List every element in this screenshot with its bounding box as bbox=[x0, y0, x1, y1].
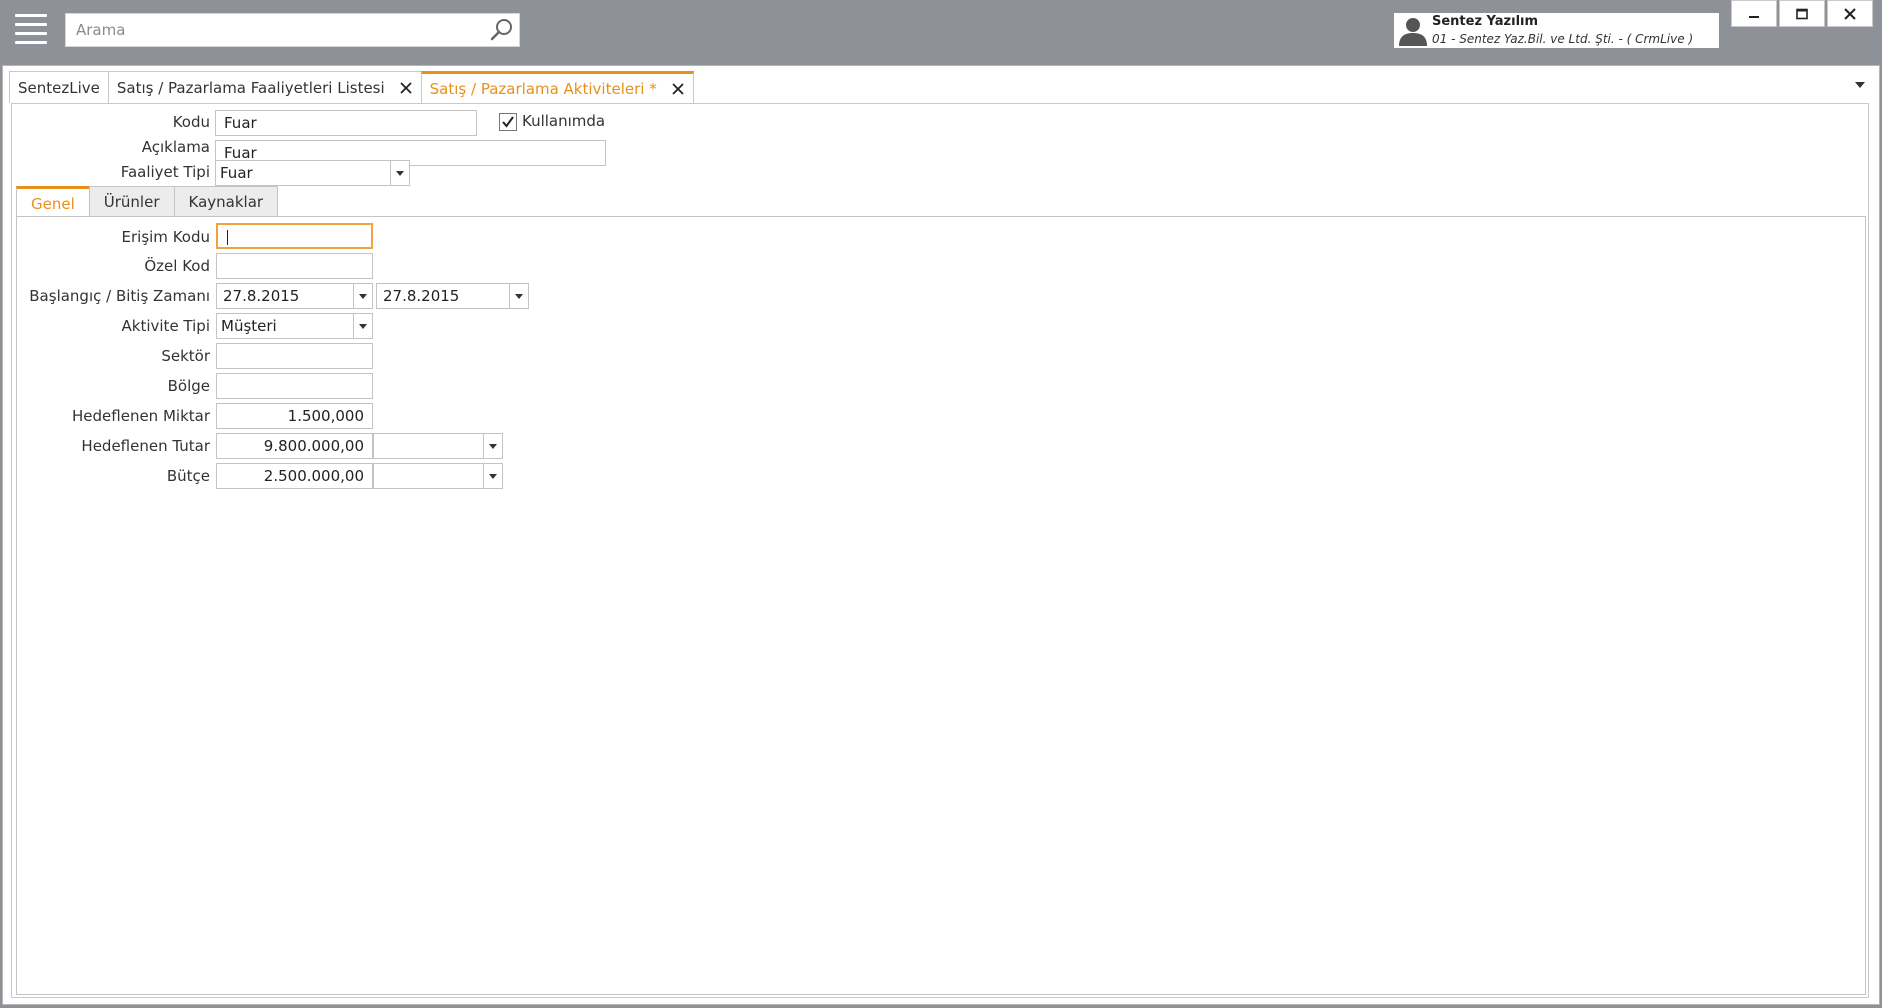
user-company: 01 - Sentez Yaz.Bil. ve Ltd. Şti. - ( Cr… bbox=[1432, 32, 1694, 46]
hedeflenen-miktar-field[interactable]: 1.500,000 bbox=[216, 403, 373, 429]
bolge-label: Bölge bbox=[167, 377, 210, 395]
maximize-icon bbox=[1796, 8, 1808, 19]
inner-tabs: Genel Ürünler Kaynaklar bbox=[16, 186, 279, 218]
minimize-icon bbox=[1749, 15, 1759, 18]
bitis-date-field[interactable]: 27.8.2015 bbox=[376, 283, 510, 309]
ozel-kod-label: Özel Kod bbox=[144, 257, 210, 275]
menu-icon[interactable] bbox=[15, 14, 47, 46]
butce-label: Bütçe bbox=[166, 467, 210, 485]
user-info[interactable]: Sentez Yazılım 01 - Sentez Yaz.Bil. ve L… bbox=[1394, 13, 1719, 48]
tab-genel[interactable]: Genel bbox=[16, 186, 90, 218]
sektor-label: Sektör bbox=[161, 347, 210, 365]
faaliyet-tipi-label: Faaliyet Tipi bbox=[120, 163, 210, 181]
butce-currency-select[interactable] bbox=[373, 463, 484, 489]
kullanimda-checkbox[interactable] bbox=[499, 113, 517, 131]
aktivite-tipi-dropdown[interactable] bbox=[353, 313, 373, 339]
form-content: Kodu Fuar Kullanımda Açıklama Fuar Faali… bbox=[11, 103, 1869, 998]
chevron-down-icon[interactable] bbox=[1855, 82, 1865, 88]
search-box bbox=[65, 13, 520, 47]
chevron-down-icon bbox=[359, 323, 367, 329]
close-tab-icon[interactable] bbox=[671, 82, 685, 96]
baslangic-bitis-label: Başlangıç / Bitiş Zamanı bbox=[29, 287, 210, 305]
search-input[interactable] bbox=[66, 14, 466, 46]
aciklama-label: Açıklama bbox=[141, 138, 210, 156]
maximize-button[interactable] bbox=[1779, 0, 1825, 27]
document-tabs: SentezLive Satış / Pazarlama Faaliyetler… bbox=[9, 71, 694, 103]
tab-aktiviteleri[interactable]: Satış / Pazarlama Aktiviteleri * bbox=[420, 71, 694, 103]
kullanimda-label: Kullanımda bbox=[522, 112, 606, 130]
faaliyet-tipi-dropdown[interactable] bbox=[390, 160, 410, 186]
chevron-down-icon bbox=[359, 293, 367, 299]
kodu-label: Kodu bbox=[172, 113, 210, 131]
minimize-button[interactable] bbox=[1731, 0, 1777, 27]
hedeflenen-tutar-currency-select[interactable] bbox=[373, 433, 484, 459]
top-bar: Sentez Yazılım 01 - Sentez Yaz.Bil. ve L… bbox=[0, 0, 1882, 62]
check-icon bbox=[502, 116, 514, 128]
close-icon bbox=[1844, 7, 1856, 20]
genel-panel: Erişim Kodu Özel Kod Başlangıç / Bitiş Z… bbox=[16, 216, 1866, 995]
user-avatar-icon bbox=[1399, 18, 1427, 46]
baslangic-date-field[interactable]: 27.8.2015 bbox=[216, 283, 354, 309]
chevron-down-icon bbox=[489, 443, 497, 449]
butce-field[interactable]: 2.500.000,00 bbox=[216, 463, 373, 489]
tab-label: Satış / Pazarlama Faaliyetleri Listesi bbox=[116, 78, 385, 97]
aktivite-tipi-select[interactable]: Müşteri bbox=[216, 313, 354, 339]
chevron-down-icon bbox=[515, 293, 523, 299]
bolge-field[interactable] bbox=[216, 373, 373, 399]
tab-urunler[interactable]: Ürünler bbox=[88, 186, 175, 217]
user-name: Sentez Yazılım bbox=[1432, 14, 1539, 29]
chevron-down-icon bbox=[396, 170, 404, 176]
hedeflenen-tutar-label: Hedeflenen Tutar bbox=[81, 437, 210, 455]
close-tab-icon[interactable] bbox=[399, 81, 413, 95]
search-icon[interactable] bbox=[489, 17, 515, 43]
tab-label: Satış / Pazarlama Aktiviteleri * bbox=[429, 79, 657, 98]
aktivite-tipi-label: Aktivite Tipi bbox=[121, 317, 210, 335]
chevron-down-icon bbox=[489, 473, 497, 479]
erisim-kodu-field[interactable] bbox=[216, 223, 373, 249]
ozel-kod-field[interactable] bbox=[216, 253, 373, 279]
tab-kaynaklar[interactable]: Kaynaklar bbox=[173, 186, 279, 217]
hedeflenen-miktar-label: Hedeflenen Miktar bbox=[72, 407, 210, 425]
sektor-field[interactable] bbox=[216, 343, 373, 369]
erisim-kodu-label: Erişim Kodu bbox=[121, 228, 210, 246]
text-cursor bbox=[227, 230, 228, 245]
kodu-field[interactable]: Fuar bbox=[215, 110, 477, 136]
baslangic-date-dropdown[interactable] bbox=[353, 283, 373, 309]
tab-sentezlive[interactable]: SentezLive bbox=[9, 71, 109, 103]
close-button[interactable] bbox=[1827, 0, 1873, 27]
butce-currency-dropdown[interactable] bbox=[483, 463, 503, 489]
hedeflenen-tutar-field[interactable]: 9.800.000,00 bbox=[216, 433, 373, 459]
bitis-date-dropdown[interactable] bbox=[509, 283, 529, 309]
faaliyet-tipi-select[interactable]: Fuar bbox=[215, 160, 391, 186]
tab-faaliyetleri-listesi[interactable]: Satış / Pazarlama Faaliyetleri Listesi bbox=[107, 71, 422, 103]
tab-label: SentezLive bbox=[18, 78, 100, 97]
main-window: SentezLive Satış / Pazarlama Faaliyetler… bbox=[2, 65, 1880, 1005]
hedeflenen-tutar-currency-dropdown[interactable] bbox=[483, 433, 503, 459]
